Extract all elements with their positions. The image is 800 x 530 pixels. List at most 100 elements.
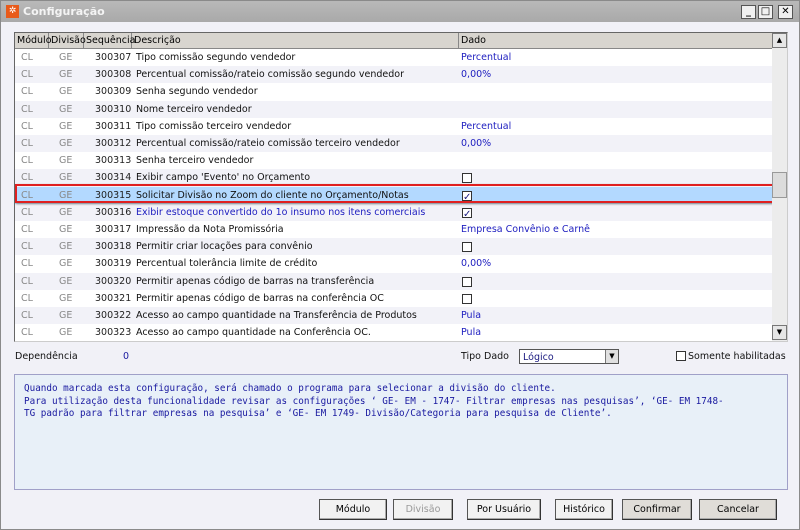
col-modulo[interactable]: Módulo xyxy=(15,33,52,49)
cell-modulo: CL xyxy=(21,275,33,287)
scroll-down-icon[interactable]: ▼ xyxy=(772,325,787,340)
por-usuario-button[interactable]: Por Usuário xyxy=(467,499,541,520)
scroll-thumb[interactable] xyxy=(772,172,787,198)
cell-modulo: CL xyxy=(21,155,33,167)
cell-descricao: Exibir estoque convertido do 1o insumo n… xyxy=(136,206,426,218)
table-row[interactable]: CL GE 300319 Percentual tolerância limite d… xyxy=(15,255,772,272)
dependencia-value: 0 xyxy=(123,351,130,362)
cell-sequencia: 300316 xyxy=(95,206,132,218)
chevron-down-icon[interactable]: ▼ xyxy=(605,350,618,363)
col-dado[interactable]: Dado xyxy=(459,33,772,49)
cell-sequencia: 300309 xyxy=(95,86,132,98)
maximize-button[interactable]: □ xyxy=(758,5,773,19)
table-row[interactable]: CL GE 300312 Percentual comissão/rateio com… xyxy=(15,135,772,153)
table-row[interactable]: CL GE 300320 Permitir apenas código de barr… xyxy=(15,272,772,290)
historico-button[interactable]: Histórico xyxy=(555,499,613,520)
cell-modulo: CL xyxy=(21,241,33,253)
cancelar-button[interactable]: Cancelar xyxy=(699,499,777,520)
cell-sequencia: 300308 xyxy=(95,69,132,81)
cell-sequencia: 300312 xyxy=(95,138,132,149)
cell-sequencia: 300319 xyxy=(95,258,132,270)
cell-dado: Percentual xyxy=(461,120,512,132)
cell-sequencia: 300321 xyxy=(95,292,132,304)
cell-dado: 0,00% xyxy=(461,138,492,149)
dado-checkbox[interactable] xyxy=(462,293,472,304)
cell-divisao: GE xyxy=(59,224,73,235)
dado-checkbox[interactable] xyxy=(462,173,472,184)
table-row[interactable]: CL GE 300308 Percentual comissão/rateio com… xyxy=(15,66,772,84)
cell-descricao: Percentual tolerância limite de crédito xyxy=(136,258,318,270)
tipo-dado-value: Lógico xyxy=(523,352,554,363)
cell-modulo: CL xyxy=(21,292,33,304)
close-button[interactable]: ✕ xyxy=(778,5,793,19)
cell-divisao: GE xyxy=(59,86,73,98)
cell-sequencia: 300310 xyxy=(95,103,132,115)
app-icon: ✲ xyxy=(6,5,19,18)
cell-descricao: Senha segundo vendedor xyxy=(136,86,258,98)
cell-divisao: GE xyxy=(59,138,73,149)
minimize-button[interactable]: _ xyxy=(741,5,756,19)
cell-divisao: GE xyxy=(59,155,73,167)
tipo-dado-select[interactable]: Lógico ▼ xyxy=(519,349,619,364)
table-row[interactable]: CL GE 300322 Acesso ao campo quantidade na … xyxy=(15,307,772,325)
dado-checkbox[interactable] xyxy=(462,242,472,253)
cell-divisao: GE xyxy=(59,310,73,321)
col-sequencia[interactable]: Sequência xyxy=(84,33,135,49)
table-row[interactable]: CL GE 300317 Impressão da Nota Promissória E… xyxy=(15,221,772,238)
cell-modulo: CL xyxy=(21,120,33,132)
cell-sequencia: 300307 xyxy=(95,52,132,63)
cell-descricao: Percentual comissão/rateio comissão terc… xyxy=(136,138,400,149)
dependencia-label: Dependência xyxy=(15,351,78,362)
table-row[interactable]: CL GE 300318 Permitir criar locações para c… xyxy=(15,238,772,256)
cell-descricao: Senha terceiro vendedor xyxy=(136,155,254,167)
vertical-scrollbar[interactable]: ▲ ▼ xyxy=(772,33,787,341)
scroll-up-icon[interactable]: ▲ xyxy=(772,33,787,48)
selected-row-highlight xyxy=(15,184,775,203)
table-row[interactable]: CL GE 300310 Nome terceiro vendedor xyxy=(15,100,772,118)
table-row[interactable]: CL GE 300316 Exibir estoque convertido do 1… xyxy=(15,203,772,223)
somente-habilitadas-label: Somente habilitadas xyxy=(688,351,786,362)
cell-dado: Percentual xyxy=(461,52,512,63)
configuracao-window: ✲ Configuração _ □ ✕ Módulo Divisão Sequ… xyxy=(0,0,800,530)
col-divisao[interactable]: Divisão xyxy=(49,33,86,49)
cell-divisao: GE xyxy=(59,275,73,287)
cell-descricao: Permitir apenas código de barras na conf… xyxy=(136,292,384,304)
cell-modulo: CL xyxy=(21,138,33,149)
cell-divisao: GE xyxy=(59,52,73,63)
table-row[interactable]: CL GE 300311 Tipo comissão terceiro vendedo… xyxy=(15,118,772,135)
divisao-button[interactable]: Divisão xyxy=(393,499,453,520)
cell-modulo: CL xyxy=(21,206,33,218)
cell-divisao: GE xyxy=(59,120,73,132)
cell-descricao: Impressão da Nota Promissória xyxy=(136,224,284,235)
col-descricao[interactable]: Descrição xyxy=(132,33,459,49)
cell-descricao: Acesso ao campo quantidade na Conferênci… xyxy=(136,327,371,339)
cell-modulo: CL xyxy=(21,52,33,63)
somente-habilitadas-checkbox[interactable] xyxy=(676,351,686,361)
memo-line: TG padrão para filtrar empresas na pesqu… xyxy=(24,408,612,420)
cell-descricao: Percentual comissão/rateio comissão segu… xyxy=(136,69,404,81)
cell-modulo: CL xyxy=(21,224,33,235)
cell-sequencia: 300320 xyxy=(95,275,132,287)
table-row[interactable]: CL GE 300307 Tipo comissão segundo vendedor… xyxy=(15,49,772,66)
table-row[interactable]: CL GE 300323 Acesso ao campo quantidade na … xyxy=(15,324,772,341)
cell-dado: Pula xyxy=(461,327,482,339)
cell-modulo: CL xyxy=(21,86,33,98)
modulo-button[interactable]: Módulo xyxy=(319,499,387,520)
confirmar-button[interactable]: Confirmar xyxy=(622,499,692,520)
table-row[interactable]: CL GE 300309 Senha segundo vendedor xyxy=(15,83,772,100)
cell-descricao: Nome terceiro vendedor xyxy=(136,103,252,115)
memo-line: Quando marcada esta configuração, será c… xyxy=(24,383,556,394)
cell-sequencia: 300317 xyxy=(95,224,132,235)
dado-checkbox[interactable] xyxy=(462,276,472,287)
dado-checkbox[interactable] xyxy=(462,206,472,223)
cell-descricao: Tipo comissão terceiro vendedor xyxy=(136,120,292,132)
cell-dado: Empresa Convênio e Carnê xyxy=(461,224,590,235)
tipo-dado-label: Tipo Dado xyxy=(461,351,509,362)
table-row[interactable]: CL GE 300321 Permitir apenas código de barr… xyxy=(15,290,772,307)
description-memo[interactable]: Quando marcada esta configuração, será c… xyxy=(14,374,788,490)
grid-header: Módulo Divisão Sequência Descrição Dado xyxy=(15,33,772,49)
table-row[interactable]: CL GE 300313 Senha terceiro vendedor xyxy=(15,152,772,169)
memo-line: Para utilização desta funcionalidade rev… xyxy=(24,395,724,407)
cell-descricao: Permitir criar locações para convênio xyxy=(136,241,313,253)
cell-sequencia: 300318 xyxy=(95,241,132,253)
